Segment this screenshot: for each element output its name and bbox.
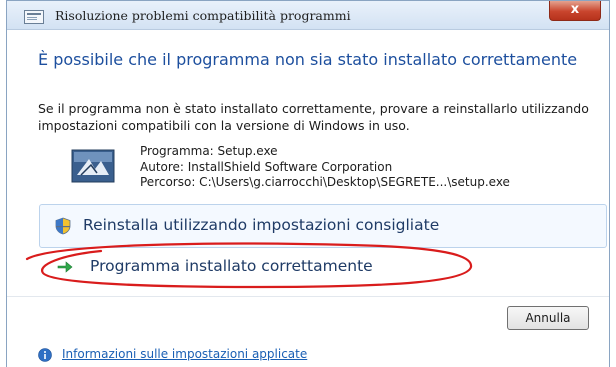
reinstall-option-label: Reinstalla utilizzando impostazioni cons… (83, 216, 440, 234)
settings-info-link[interactable]: Informazioni sulle impostazioni applicat… (62, 347, 307, 361)
page-title: È possibile che il programma non sia sta… (38, 50, 578, 69)
program-path: Percorso: C:\Users\g.ciarrocchi\Desktop\… (140, 175, 510, 189)
troubleshooter-dialog: Risoluzione problemi compatibilità progr… (6, 0, 610, 367)
installed-correctly-option[interactable]: Programma installato correttamente (39, 249, 469, 285)
installshield-program-icon (71, 149, 115, 183)
close-button[interactable]: x (549, 1, 601, 21)
window-title: Risoluzione problemi compatibilità progr… (55, 8, 351, 23)
reinstall-option[interactable]: Reinstalla utilizzando impostazioni cons… (39, 204, 607, 248)
green-arrow-icon (57, 261, 73, 273)
installed-correctly-label: Programma installato correttamente (90, 257, 373, 275)
footer-divider (7, 296, 609, 297)
window-icon (24, 10, 44, 24)
program-details: Programma: Setup.exe Autore: InstallShie… (140, 144, 510, 191)
program-author: Autore: InstallShield Software Corporati… (140, 159, 393, 174)
title-bar[interactable]: Risoluzione problemi compatibilità progr… (7, 1, 609, 30)
cancel-button[interactable]: Annulla (507, 306, 589, 330)
description-text: Se il programma non è stato installato c… (38, 101, 589, 133)
info-icon (38, 348, 52, 362)
uac-shield-icon (55, 217, 71, 235)
program-name: Programma: Setup.exe (140, 144, 278, 158)
